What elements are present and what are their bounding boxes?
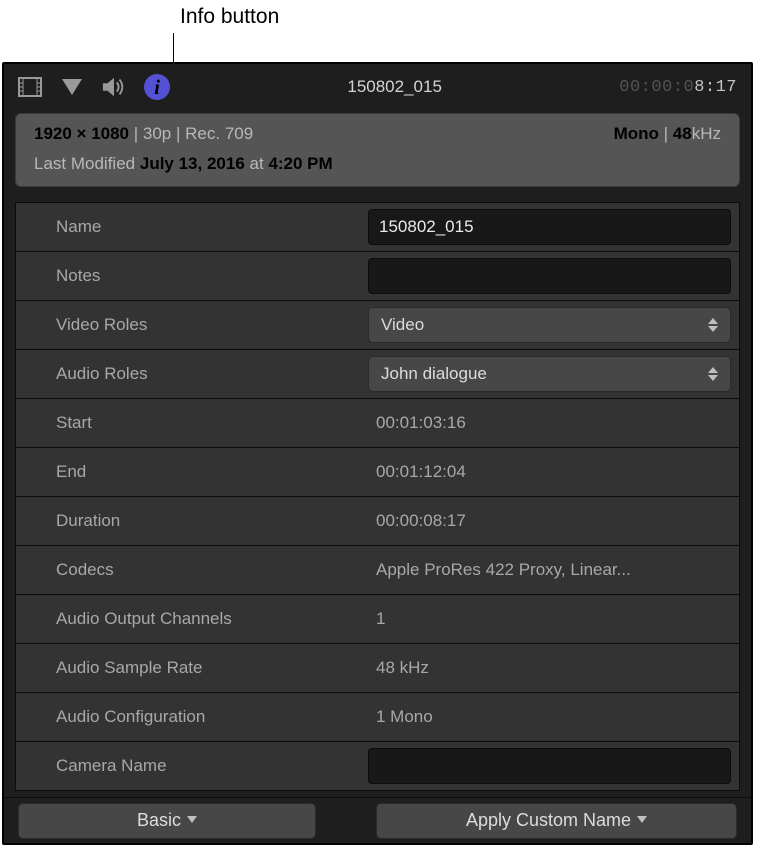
inspector-bottom-bar: Basic Apply Custom Name [4, 797, 751, 843]
info-inspector-icon[interactable]: i [144, 74, 170, 100]
value-audio-output-channels: 1 [368, 609, 385, 629]
metadata-view-dropdown[interactable]: Basic [18, 803, 316, 839]
row-duration: Duration 00:00:08:17 [16, 497, 739, 546]
apply-custom-name-dropdown[interactable]: Apply Custom Name [376, 803, 737, 839]
row-audio-configuration: Audio Configuration 1 Mono [16, 693, 739, 742]
info-inspector-panel: i 150802_015 00:00:08:17 1920 × 1080 | 3… [2, 62, 753, 845]
value-end: 00:01:12:04 [368, 462, 466, 482]
label-name: Name [16, 203, 368, 251]
label-video-roles: Video Roles [16, 301, 368, 349]
value-duration: 00:00:08:17 [368, 511, 466, 531]
row-name: Name [16, 203, 739, 252]
audio-roles-dropdown[interactable]: John dialogue [368, 356, 731, 392]
value-start: 00:01:03:16 [368, 413, 466, 433]
row-video-roles: Video Roles Video [16, 301, 739, 350]
row-start: Start 00:01:03:16 [16, 399, 739, 448]
format-row-modified: Last Modified July 13, 2016 at 4:20 PM [34, 154, 721, 174]
row-end: End 00:01:12:04 [16, 448, 739, 497]
label-camera-name: Camera Name [16, 742, 368, 790]
value-codecs: Apple ProRes 422 Proxy, Linear... [368, 560, 631, 580]
info-glyph: i [154, 77, 160, 98]
row-codecs: Codecs Apple ProRes 422 Proxy, Linear... [16, 546, 739, 595]
label-audio-configuration: Audio Configuration [16, 693, 368, 741]
label-end: End [16, 448, 368, 496]
row-audio-sample-rate: Audio Sample Rate 48 kHz [16, 644, 739, 693]
inspector-toolbar: i 150802_015 00:00:08:17 [4, 64, 751, 110]
label-audio-sample-rate: Audio Sample Rate [16, 644, 368, 692]
video-roles-dropdown[interactable]: Video [368, 307, 731, 343]
row-audio-output-channels: Audio Output Channels 1 [16, 595, 739, 644]
chevron-down-icon [637, 816, 647, 826]
row-audio-roles: Audio Roles John dialogue [16, 350, 739, 399]
value-audio-sample-rate: 48 kHz [368, 658, 429, 678]
chevron-updown-icon [708, 318, 718, 332]
properties-table: Name Notes Video Roles Video [15, 202, 740, 791]
callout-label: Info button [180, 5, 279, 29]
label-notes: Notes [16, 252, 368, 300]
label-start: Start [16, 399, 368, 447]
row-camera-name: Camera Name [16, 742, 739, 791]
label-codecs: Codecs [16, 546, 368, 594]
label-audio-roles: Audio Roles [16, 350, 368, 398]
camera-name-input[interactable] [368, 748, 731, 784]
label-duration: Duration [16, 497, 368, 545]
value-audio-configuration: 1 Mono [368, 707, 433, 727]
notes-input[interactable] [368, 258, 731, 294]
video-inspector-icon[interactable] [18, 75, 42, 99]
chevron-down-icon [187, 816, 197, 826]
label-audio-output-channels: Audio Output Channels [16, 595, 368, 643]
format-summary-banner: 1920 × 1080 | 30p | Rec. 709 Mono | 48kH… [15, 113, 740, 187]
clip-title: 150802_015 [188, 77, 601, 97]
format-row-video-audio: 1920 × 1080 | 30p | Rec. 709 Mono | 48kH… [34, 124, 721, 144]
row-notes: Notes [16, 252, 739, 301]
color-inspector-icon[interactable] [60, 75, 84, 99]
chevron-updown-icon [708, 367, 718, 381]
name-input[interactable] [368, 209, 731, 245]
clip-duration-timecode: 00:00:08:17 [619, 78, 737, 97]
audio-inspector-icon[interactable] [102, 75, 126, 99]
